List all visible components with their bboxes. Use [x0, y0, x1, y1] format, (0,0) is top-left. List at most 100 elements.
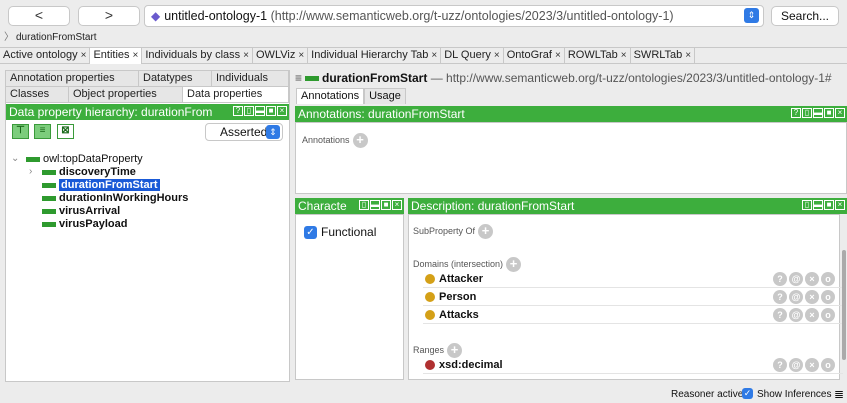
close-icon[interactable]: × — [243, 50, 249, 61]
delete-icon[interactable]: × — [805, 308, 819, 322]
close-icon[interactable]: × — [685, 50, 691, 61]
subtab-classes[interactable]: Classes — [6, 87, 69, 103]
close-icon[interactable]: × — [431, 50, 437, 61]
close-icon[interactable]: × — [621, 50, 627, 61]
delete-icon[interactable]: × — [805, 358, 819, 372]
tab-swrltab[interactable]: SWRLTab × — [631, 48, 696, 64]
tree-node-selected[interactable]: durationFromStart — [42, 179, 160, 192]
annotations-title: Annotations: durationFromStart — [298, 107, 465, 121]
help-icon[interactable]: ? — [233, 106, 243, 116]
description-scrollbar[interactable] — [842, 250, 846, 360]
pin-icon[interactable]: ▯ — [359, 200, 369, 210]
close-icon[interactable]: × — [133, 50, 139, 61]
tab-entities[interactable]: Entities × — [90, 48, 143, 64]
close-icon[interactable]: × — [298, 50, 304, 61]
subtab-datatypes[interactable]: Datatypes — [139, 71, 212, 87]
pin-icon[interactable]: ▯ — [244, 106, 254, 116]
split-icon[interactable]: ▬ — [813, 200, 823, 210]
explain-icon[interactable]: ? — [773, 358, 787, 372]
explain-icon[interactable]: ? — [773, 308, 787, 322]
close-icon[interactable]: × — [835, 108, 845, 118]
add-annotation-icon[interactable]: + — [352, 133, 368, 148]
list-icon[interactable]: ≣ — [834, 387, 844, 401]
add-sub-property-icon[interactable]: ⊤ — [12, 124, 29, 139]
close-icon[interactable]: × — [277, 106, 287, 116]
annotate-icon[interactable]: @ — [789, 272, 803, 286]
edit-icon[interactable]: o — [821, 290, 835, 304]
tree-node[interactable]: virusPayload — [42, 218, 127, 231]
row-actions: ? @ × o — [771, 358, 835, 372]
ontology-selector[interactable]: ◆ untitled-ontology-1 (http://www.semanti… — [144, 5, 764, 27]
split-icon[interactable]: ▬ — [255, 106, 265, 116]
add-range-icon[interactable]: + — [447, 343, 463, 358]
functional-checkbox[interactable]: ✓ — [304, 226, 317, 239]
tab-rowltab[interactable]: ROWLTab × — [565, 48, 631, 64]
chevron-updown-icon[interactable]: ⇕ — [744, 8, 759, 23]
close-icon[interactable]: × — [392, 200, 402, 210]
edit-icon[interactable]: o — [821, 358, 835, 372]
show-inferences-label: Show Inferences — [757, 389, 832, 400]
float-icon[interactable]: ■ — [266, 106, 276, 116]
tab-label: Active ontology — [3, 49, 78, 61]
subtab-annotation-properties[interactable]: Annotation properties — [6, 71, 139, 87]
tab-ontograf[interactable]: OntoGraf × — [504, 48, 565, 64]
domain-row[interactable]: Attacks ? @ × o — [423, 307, 843, 324]
close-icon[interactable]: × — [494, 50, 500, 61]
status-bar: Reasoner active ✓ Show Inferences ≣ — [0, 386, 847, 403]
tab-active-ontology[interactable]: Active ontology × — [0, 48, 91, 64]
explain-icon[interactable]: ? — [773, 290, 787, 304]
tab-label: OWLViz — [256, 49, 296, 61]
domain-row[interactable]: Attacker ? @ × o — [423, 271, 843, 288]
tab-annotations[interactable]: Annotations — [296, 88, 365, 104]
tab-label: Entities — [93, 49, 130, 61]
search-button[interactable]: Search... — [771, 6, 839, 26]
tree-node[interactable]: virusArrival — [42, 205, 120, 218]
tab-individual-hierarchy[interactable]: Individual Hierarchy Tab × — [308, 48, 442, 64]
tree-node-root[interactable]: owl:topDataProperty — [26, 153, 143, 166]
asserted-dropdown[interactable]: Asserted ⇕ — [205, 123, 283, 141]
annotate-icon[interactable]: @ — [789, 358, 803, 372]
tab-usage[interactable]: Usage — [364, 88, 406, 104]
forward-button[interactable]: > — [78, 6, 140, 26]
add-subproperty-icon[interactable]: + — [478, 224, 494, 239]
subtab-object-properties[interactable]: Object properties — [69, 87, 183, 103]
edit-icon[interactable]: o — [821, 272, 835, 286]
show-inferences-checkbox[interactable]: ✓ — [742, 388, 753, 399]
pin-icon[interactable]: ▯ — [802, 108, 812, 118]
split-icon[interactable]: ▬ — [370, 200, 380, 210]
close-icon[interactable]: × — [81, 50, 87, 61]
tab-owlviz[interactable]: OWLViz × — [253, 48, 309, 64]
menu-icon[interactable]: ≡ — [295, 71, 302, 85]
tree-node[interactable]: discoveryTime — [42, 166, 136, 179]
close-icon[interactable]: × — [555, 50, 561, 61]
domain-row[interactable]: Person ? @ × o — [423, 289, 843, 306]
tree-node[interactable]: durationInWorkingHours — [42, 192, 188, 205]
chevron-right-icon[interactable]: › — [29, 166, 32, 177]
annotate-icon[interactable]: @ — [789, 290, 803, 304]
close-icon[interactable]: × — [835, 200, 845, 210]
subtab-data-properties[interactable]: Data properties — [183, 87, 289, 103]
explain-icon[interactable]: ? — [773, 272, 787, 286]
float-icon[interactable]: ■ — [381, 200, 391, 210]
delete-property-icon[interactable]: ⊠ — [57, 124, 74, 139]
tab-individuals-by-class[interactable]: Individuals by class × — [142, 48, 253, 64]
breadcrumb-item[interactable]: durationFromStart — [16, 32, 97, 43]
subtab-individuals[interactable]: Individuals — [212, 71, 289, 87]
edit-icon[interactable]: o — [821, 308, 835, 322]
delete-icon[interactable]: × — [805, 290, 819, 304]
float-icon[interactable]: ■ — [824, 200, 834, 210]
pin-icon[interactable]: ▯ — [802, 200, 812, 210]
chevron-down-icon[interactable]: ⌄ — [11, 153, 19, 164]
tree-node-label: virusPayload — [59, 218, 128, 230]
data-property-icon — [42, 208, 56, 214]
tab-dl-query[interactable]: DL Query × — [441, 48, 504, 64]
delete-icon[interactable]: × — [805, 272, 819, 286]
add-domain-icon[interactable]: + — [506, 257, 522, 272]
back-button[interactable]: < — [8, 6, 70, 26]
annotate-icon[interactable]: @ — [789, 308, 803, 322]
split-icon[interactable]: ▬ — [813, 108, 823, 118]
help-icon[interactable]: ? — [791, 108, 801, 118]
float-icon[interactable]: ■ — [824, 108, 834, 118]
range-row[interactable]: xsd:decimal ? @ × o — [423, 357, 843, 374]
add-sibling-property-icon[interactable]: ≡ — [34, 124, 51, 139]
